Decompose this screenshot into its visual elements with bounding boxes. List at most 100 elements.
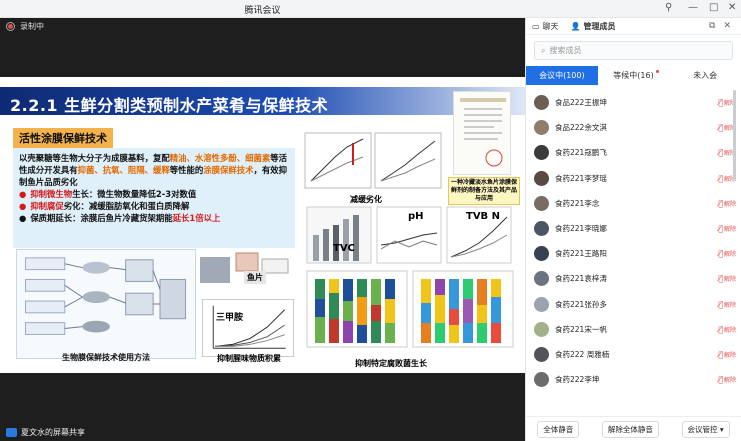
avatar: [534, 372, 549, 388]
close-icon[interactable]: ✕: [728, 2, 736, 13]
tvbn-label: TVB N: [466, 211, 501, 222]
list-item[interactable]: 食药221张孙多 🎙̸ 解除: [526, 292, 741, 317]
bullet-text: 生长：微生物数量降低2-3对数值: [72, 189, 197, 199]
meeting-control-button[interactable]: 会议管控 ▾: [681, 420, 730, 438]
member-name: 食药222李坤: [555, 375, 600, 385]
chevron-down-icon: ▾: [719, 424, 724, 434]
screen-share-indicator[interactable]: 夏文水的屏幕共享: [0, 424, 140, 441]
unmute-label[interactable]: 解除: [724, 224, 736, 233]
unmute-label[interactable]: 解除: [724, 274, 736, 283]
panel-close-icon[interactable]: ✕: [723, 21, 731, 31]
notification-dot: [655, 70, 659, 73]
odor-line-chart: [202, 299, 294, 357]
avatar: [534, 246, 549, 262]
tab-waiting[interactable]: 等候中(16): [598, 66, 670, 85]
unmute-label[interactable]: 解除: [724, 375, 736, 384]
unmute-label[interactable]: 解除: [724, 350, 736, 359]
muted-mic-icon[interactable]: 🎙̸: [718, 325, 723, 334]
avatar: [534, 221, 549, 237]
ph-label: pH: [408, 211, 424, 222]
minimize-icon[interactable]: —: [688, 2, 698, 13]
avatar: [534, 170, 549, 186]
unmute-label[interactable]: 解除: [724, 199, 736, 208]
pin-icon[interactable]: ⚲: [665, 2, 672, 13]
list-item[interactable]: 食药222李梓🎙̸解除: [526, 392, 741, 395]
list-item[interactable]: 食药221袁梓涛 🎙̸ 解除: [526, 266, 741, 291]
member-name: 食药221李念: [555, 198, 600, 208]
popout-icon[interactable]: ⧉: [709, 21, 715, 31]
unmute-label[interactable]: 解除: [724, 249, 736, 258]
muted-mic-icon[interactable]: 🎙̸: [718, 148, 723, 157]
quality-caption: 减缓劣化: [350, 195, 382, 204]
odor-caption: 抑制腥味物质积累: [217, 354, 281, 363]
presentation-slide: 2.2.1 生鲜分割类预制水产菜肴与保鲜技术 活性涂膜保鲜技术 以壳聚糖等生物大…: [0, 77, 525, 373]
tab-in-meeting[interactable]: 会议中(100): [526, 66, 598, 85]
search-icon: ⌕: [541, 45, 546, 55]
member-status-tabs: 会议中(100) 等候中(16) 未入会: [526, 66, 741, 85]
muted-mic-icon[interactable]: 🎙̸: [718, 224, 723, 233]
muted-mic-icon[interactable]: 🎙̸: [718, 123, 723, 132]
list-item[interactable]: 食药221李晓娜 🎙̸ 解除: [526, 216, 741, 241]
bullet-highlight: 抑制微生物: [30, 189, 73, 199]
screen-share-label: 夏文水的屏幕共享: [21, 428, 85, 437]
muted-mic-icon[interactable]: 🎙̸: [718, 300, 723, 309]
highlight-text: 抑菌、抗氧、阻隔、缓释: [77, 165, 170, 175]
meeting-control-label: 会议管控: [687, 424, 718, 434]
list-item[interactable]: 食药221王路阳 🎙̸ 解除: [526, 241, 741, 266]
unmute-label[interactable]: 解除: [724, 300, 736, 309]
avatar: [534, 271, 549, 287]
patent-certificate: [453, 91, 511, 175]
list-item[interactable]: 食品222王振坤 🎙̸ 解除: [526, 90, 741, 115]
tma-label: 三甲胺: [216, 313, 244, 323]
avatar: [534, 346, 549, 362]
participants-panel: ▭ 聊天 👤 管理成员 ⧉ ✕ ⌕ 搜索成员 会议中(100) 等候中(16) …: [525, 18, 741, 441]
member-list-scrollbar[interactable]: [733, 90, 736, 180]
tab-waiting-label: 等候中(16): [613, 71, 654, 80]
recording-label: 录制中: [20, 22, 44, 31]
tab-not-joined[interactable]: 未入会: [669, 66, 741, 85]
unmute-label[interactable]: 解除: [724, 325, 736, 334]
member-list: 食品222王振坤 🎙̸ 解除 食品222余文淇 🎙̸ 解除 食药221寇鹏飞 🎙̸ 解除 食药22…: [526, 90, 741, 395]
member-name: 食药221李晓娜: [555, 224, 607, 234]
muted-mic-icon[interactable]: 🎙̸: [718, 274, 723, 283]
panel-footer: 全体静音 解除全体静音 会议管控 ▾: [526, 416, 741, 441]
unmute-all-button[interactable]: 解除全体静音: [601, 420, 659, 438]
list-item[interactable]: 食药221李梦瑶 🎙̸ 解除: [526, 166, 741, 191]
tab-chat[interactable]: ▭ 聊天: [526, 21, 565, 32]
process-diagram: [16, 249, 196, 359]
muted-mic-icon[interactable]: 🎙̸: [718, 98, 723, 107]
screen-share-icon: [6, 428, 17, 437]
member-name: 食药221张孙多: [555, 299, 607, 309]
muted-mic-icon[interactable]: 🎙̸: [718, 174, 723, 183]
list-item[interactable]: 食品222余文淇 🎙̸ 解除: [526, 115, 741, 140]
members-icon: 👤: [570, 21, 581, 31]
list-item[interactable]: 食药222 周雅楠 🎙̸ 解除: [526, 342, 741, 367]
fish-label: 鱼片: [244, 271, 266, 284]
slide-title: 2.2.1 生鲜分割类预制水产菜肴与保鲜技术: [10, 96, 329, 115]
avatar: [534, 120, 549, 136]
member-name: 食药221王路阳: [555, 249, 607, 259]
bacteria-stacked-bars: [306, 270, 514, 348]
member-search[interactable]: ⌕ 搜索成员: [534, 41, 733, 60]
tab-chat-label: 聊天: [542, 21, 559, 31]
tab-manage-members[interactable]: 👤 管理成员: [565, 21, 622, 32]
recording-indicator[interactable]: 录制中: [6, 21, 44, 32]
list-item[interactable]: 食药221宋一帆 🎙̸ 解除: [526, 317, 741, 342]
member-name: 食药221袁梓涛: [555, 274, 607, 284]
quality-mini-charts: [304, 132, 442, 189]
list-item[interactable]: 食药221寇鹏飞 🎙̸ 解除: [526, 140, 741, 165]
mute-all-button[interactable]: 全体静音: [537, 420, 580, 438]
muted-mic-icon[interactable]: 🎙̸: [718, 375, 723, 384]
member-name: 食品222余文淇: [555, 123, 607, 133]
text-segment: 等性能的: [169, 165, 204, 175]
avatar: [534, 321, 549, 337]
title-bar: 腾讯会议 ⚲ — □ ✕: [0, 0, 741, 18]
muted-mic-icon[interactable]: 🎙̸: [718, 199, 723, 208]
maximize-icon[interactable]: □: [709, 2, 718, 13]
bacteria-caption: 抑制特定腐败菌生长: [355, 359, 427, 368]
muted-mic-icon[interactable]: 🎙̸: [718, 249, 723, 258]
muted-mic-icon[interactable]: 🎙̸: [718, 350, 723, 359]
highlight-text: 精油、水溶性多酚、细菌素: [169, 153, 271, 163]
list-item[interactable]: 食药222李坤 🎙̸ 解除: [526, 367, 741, 392]
list-item[interactable]: 食药221李念 🎙̸ 解除: [526, 191, 741, 216]
